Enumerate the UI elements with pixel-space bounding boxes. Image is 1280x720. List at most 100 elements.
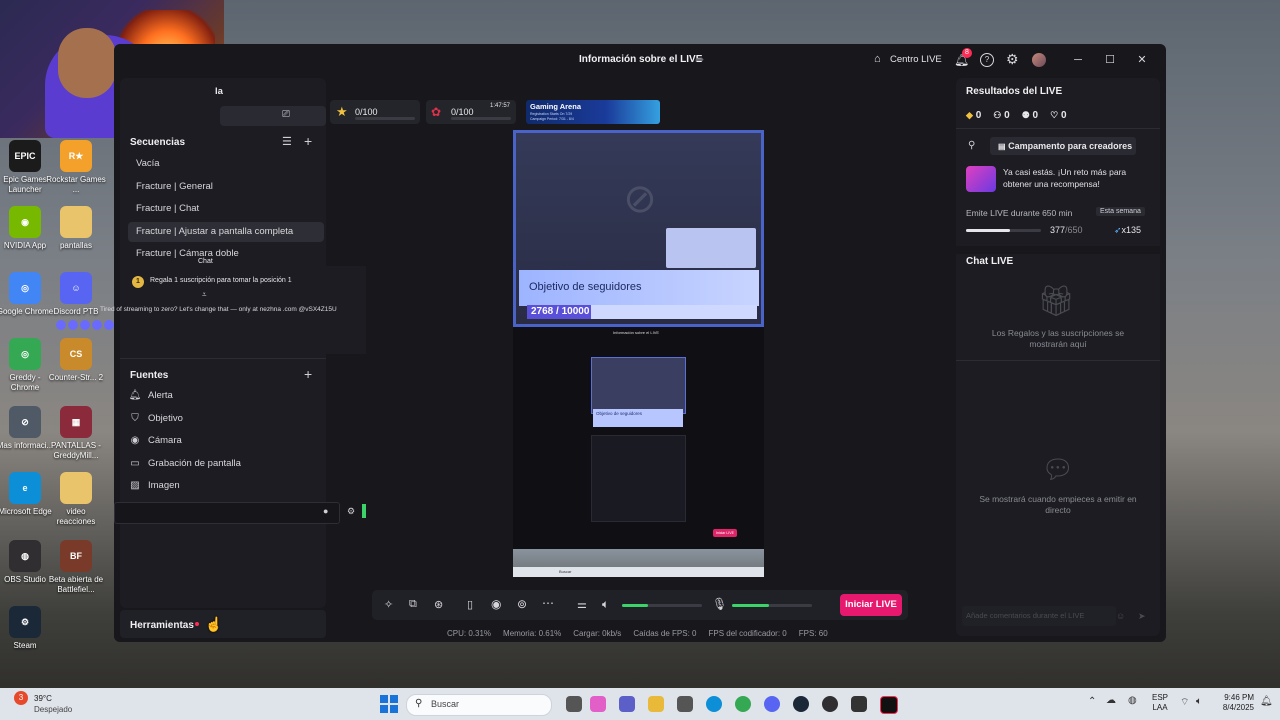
add-sequence-icon[interactable]: + xyxy=(304,133,312,149)
nested-screen-capture: Información sobre el LIVE Objetivo de se… xyxy=(513,327,764,577)
star-goal-chip[interactable]: ★ 0/100 xyxy=(330,100,420,124)
emoji-icon[interactable]: ☺ xyxy=(1116,611,1125,621)
record-icon[interactable]: ◉ xyxy=(491,597,501,611)
centro-live-link[interactable]: Centro LIVE xyxy=(890,54,942,65)
maximize-icon[interactable]: ☐ xyxy=(1102,44,1118,76)
chrome-icon: ◎ xyxy=(9,272,41,304)
sequence-item[interactable]: Fracture | Cámara doble xyxy=(128,244,324,264)
sequence-item[interactable]: Fracture | General xyxy=(128,177,324,197)
magic-effects-icon[interactable]: ✧ xyxy=(384,598,393,611)
gaming-arena-title: Gaming Arena xyxy=(530,102,581,111)
follower-goal-value: 2768 / 10000 xyxy=(531,306,590,317)
sequence-item[interactable]: Fracture | Ajustar a pantalla completa xyxy=(128,221,324,242)
camera-switch-icon[interactable]: ⊚ xyxy=(517,597,527,611)
desktop-icon[interactable]: ☺ Discord PTB xyxy=(46,272,106,317)
home-icon[interactable]: ⌂ xyxy=(874,53,881,65)
weather-temp[interactable]: 39°C xyxy=(34,694,52,703)
windows-start-icon[interactable] xyxy=(380,695,398,713)
desktop-icon[interactable]: video reacciones xyxy=(46,472,106,527)
tiktok-live-icon[interactable] xyxy=(880,696,898,714)
add-source-icon[interactable]: + xyxy=(304,366,312,382)
source-visibility-icon[interactable]: ● xyxy=(323,506,328,516)
tray-app-icon[interactable]: ◍ xyxy=(1128,695,1137,706)
source-item[interactable]: ⛉ Objetivo xyxy=(128,409,183,429)
microphone-icon[interactable]: 🎙︎ xyxy=(712,597,727,611)
close-icon[interactable]: ✕ xyxy=(1134,44,1150,76)
desktop-icon[interactable]: CS Counter-Str... 2 xyxy=(46,338,106,383)
steam-icon[interactable] xyxy=(793,696,809,712)
image-icon: ▨ xyxy=(130,480,140,492)
chrome-icon[interactable] xyxy=(735,696,751,712)
speaker-volume-slider[interactable] xyxy=(622,604,702,607)
divider xyxy=(120,358,326,359)
task-view-icon[interactable] xyxy=(566,696,582,712)
phone-icon[interactable]: ▯ xyxy=(467,598,473,611)
wifi-icon[interactable]: ⌔ xyxy=(1180,696,1189,709)
preview-canvas[interactable]: ⊘ Objetivo de seguidores 2768 / 10000 In… xyxy=(513,130,764,577)
more-icon[interactable]: ⋯ xyxy=(542,596,554,610)
chat-overlay-tag: Chat xyxy=(198,258,213,265)
creator-camp-button[interactable]: ▤ Campamento para creadores xyxy=(990,137,1136,155)
chevron-up-icon[interactable]: ⌃ xyxy=(1088,696,1096,707)
notifications-icon[interactable]: 🔔︎ xyxy=(1260,696,1273,707)
teams-icon[interactable] xyxy=(619,696,635,712)
scene-tab-bar[interactable]: ⎚ xyxy=(220,106,326,126)
diamond-metric: ◆ 0 xyxy=(966,110,982,121)
edge-icon[interactable] xyxy=(706,696,722,712)
source-settings-bar[interactable]: ● xyxy=(114,502,340,524)
layout-icon[interactable]: ⧉ xyxy=(409,598,417,611)
settings-gear-icon[interactable]: ⚙ xyxy=(1006,51,1019,68)
avatar[interactable] xyxy=(1032,53,1046,67)
rose-goal-chip[interactable]: ✿ 0/100 1:47:57 xyxy=(426,100,516,124)
minimize-icon[interactable]: ─ xyxy=(1070,44,1086,76)
copilot-icon[interactable] xyxy=(590,696,606,712)
rose-timer: 1:47:57 xyxy=(490,103,511,109)
clock[interactable]: 9:46 PM 8/4/2025 xyxy=(1216,693,1254,713)
list-view-icon[interactable]: ☰ xyxy=(282,135,292,148)
language-indicator[interactable]: ESP LAA xyxy=(1152,693,1168,713)
obs-icon[interactable] xyxy=(822,696,838,712)
weather-desc[interactable]: Despejado xyxy=(34,705,72,714)
taskbar-search[interactable]: ⚲ Buscar xyxy=(406,694,552,716)
stream-control-bar: ✧ ⧉ ⊛ ▯ ◉ ⊚ ⋯ ⚌ 🔈︎ 🎙︎ Iniciar LIVE xyxy=(372,590,908,620)
source-item[interactable]: ◉ Cámara xyxy=(128,431,182,451)
send-icon[interactable]: ➤ xyxy=(1138,611,1146,622)
desktop-icon[interactable]: BF Beta abierta de Battlefiel... xyxy=(46,540,106,595)
chat-input[interactable]: Añade comentarios durante el LIVE xyxy=(962,606,1116,626)
chevron-down-icon[interactable]: ⩡ xyxy=(202,290,207,300)
gaming-arena-banner[interactable]: Gaming Arena Registration Starts On 7/29… xyxy=(526,100,660,124)
volume-icon[interactable]: 🔈︎ xyxy=(1196,696,1202,707)
gear-icon[interactable]: ⚙ xyxy=(347,506,355,517)
edge-icon: e xyxy=(9,472,41,504)
emit-label: Emite LIVE durante 650 min xyxy=(966,208,1073,218)
store-icon[interactable] xyxy=(677,696,693,712)
tools-section[interactable]: Herramientas xyxy=(120,610,326,638)
sources-title: Fuentes xyxy=(130,370,169,381)
network-tray-icon[interactable]: ☁ xyxy=(1106,695,1116,706)
desktop-icon[interactable]: R★ Rockstar Games ... xyxy=(46,140,106,195)
scene-toggle-icon[interactable]: ⎚ xyxy=(282,109,290,120)
source-item[interactable]: 🔔︎ Alerta xyxy=(128,386,173,406)
start-live-button[interactable]: Iniciar LIVE xyxy=(840,594,902,616)
help-icon[interactable]: ? xyxy=(980,53,994,67)
sequence-item[interactable]: Vacía xyxy=(128,154,324,174)
mic-volume-slider[interactable] xyxy=(732,604,812,607)
desktop-icon[interactable]: ▦ PANTALLAS - GreddyMill... xyxy=(46,406,106,461)
sliders-icon[interactable]: ⚌ xyxy=(577,598,587,611)
user-settings-icon[interactable]: ⚲ xyxy=(968,140,975,151)
share-icon[interactable]: ➦ xyxy=(695,53,704,66)
desktop-icon[interactable]: ⚙ Steam xyxy=(0,606,55,651)
file-explorer-icon[interactable] xyxy=(648,696,664,712)
speaker-icon[interactable]: 🔈︎ xyxy=(602,597,609,612)
add-user-icon: ⚉ xyxy=(1021,110,1030,120)
game-icon[interactable] xyxy=(851,696,867,712)
sequences-title: Secuencias xyxy=(130,137,186,148)
enhance-icon[interactable]: ⊛ xyxy=(434,598,443,611)
image-icon: ▦ xyxy=(60,406,92,438)
desktop-icon[interactable]: pantallas xyxy=(46,206,106,251)
discord-icon[interactable] xyxy=(764,696,780,712)
challenge-icon xyxy=(966,166,996,192)
sequence-item[interactable]: Fracture | Chat xyxy=(128,199,324,219)
source-item[interactable]: ▨ Imagen xyxy=(128,476,179,496)
source-item[interactable]: ▭ Grabación de pantalla xyxy=(128,454,241,474)
